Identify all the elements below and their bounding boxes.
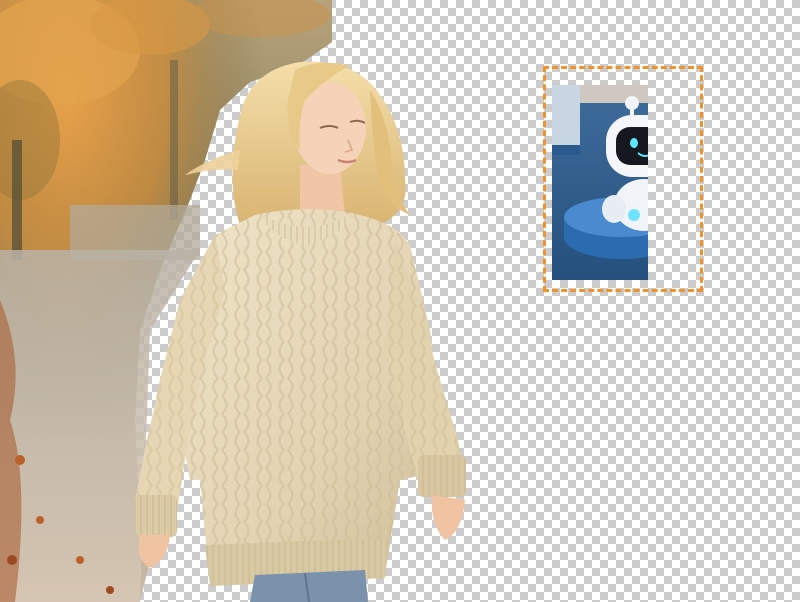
editor-canvas[interactable] bbox=[0, 0, 800, 602]
selection-marquee[interactable] bbox=[543, 66, 703, 292]
